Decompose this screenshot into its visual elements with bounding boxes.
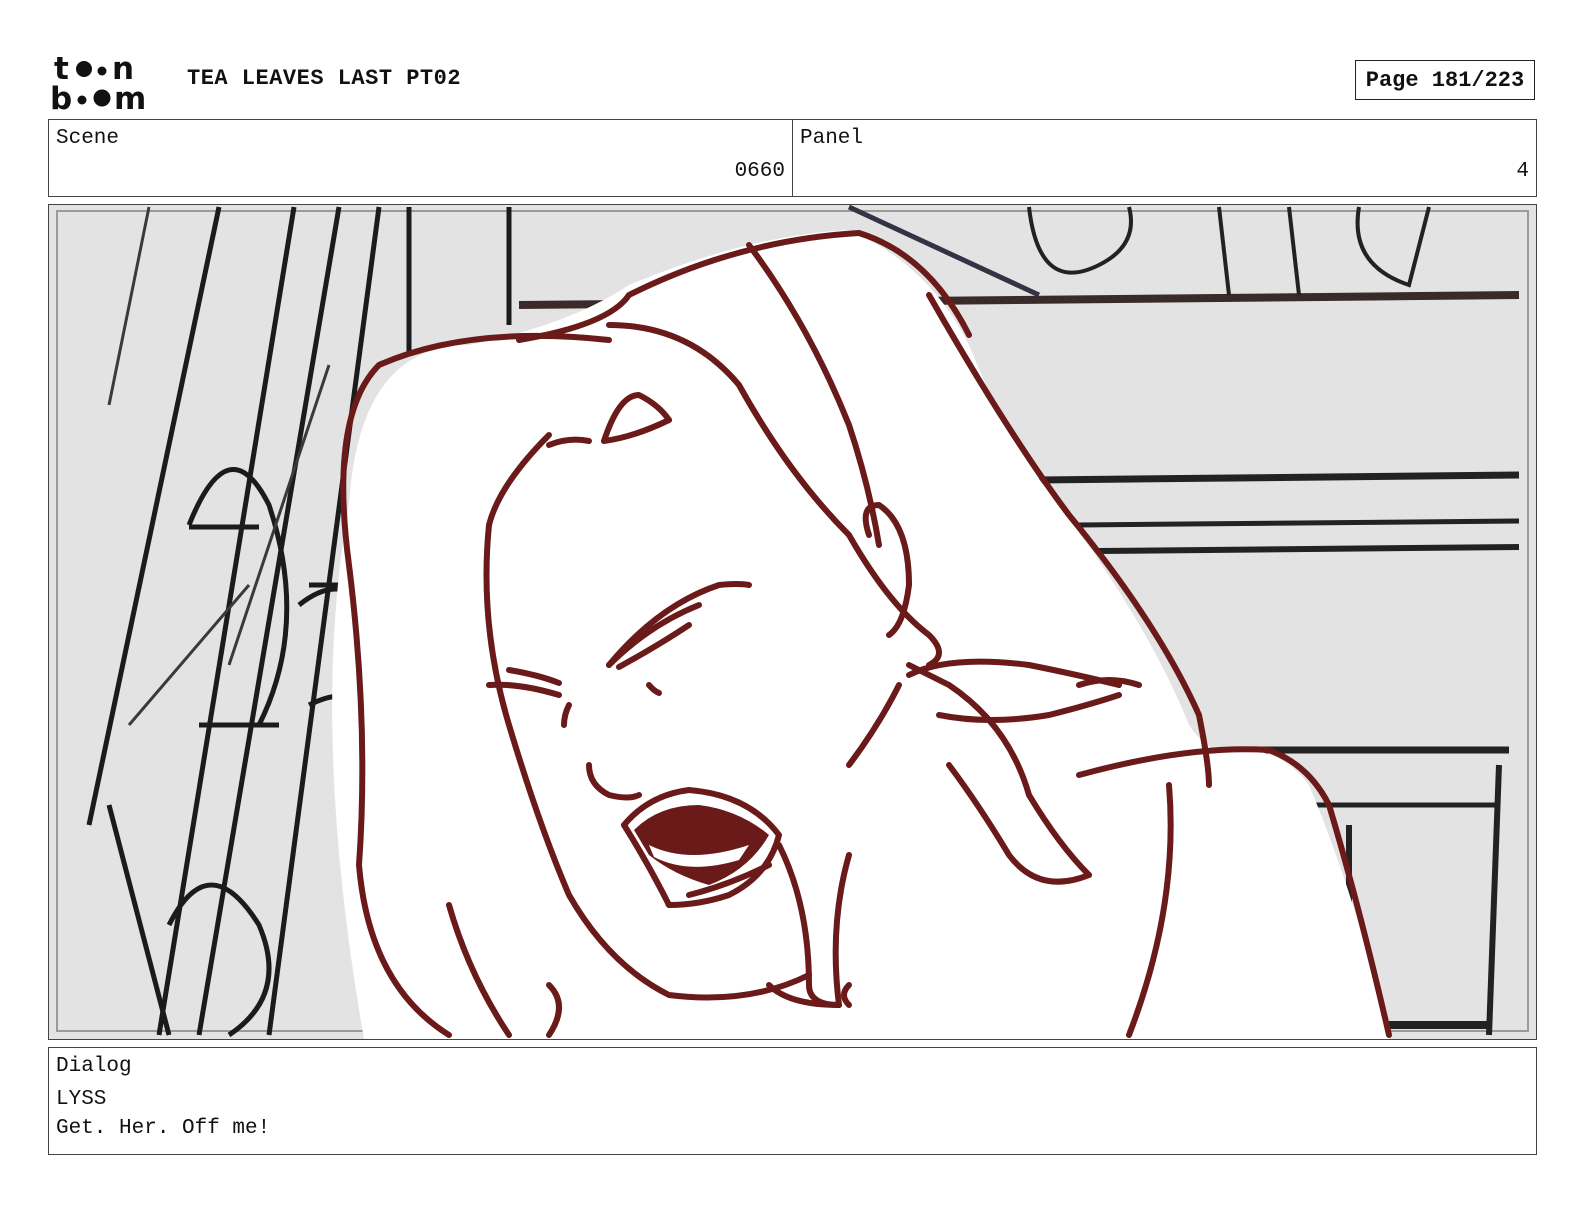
scene-number: 0660 xyxy=(734,160,785,183)
toonboom-logo: t n b m xyxy=(50,52,146,112)
dialog-label: Dialog xyxy=(56,1055,132,1078)
scene-panel-row: Scene 0660 Panel 4 xyxy=(48,119,1537,197)
page-indicator: Page 181/223 xyxy=(1355,60,1535,100)
scene-cell: Scene 0660 xyxy=(49,120,792,196)
panel-label: Panel xyxy=(800,127,864,150)
dialog-section: Dialog LYSS Get. Her. Off me! xyxy=(48,1047,1537,1155)
storyboard-panel-image xyxy=(48,204,1537,1040)
project-title: TEA LEAVES LAST PT02 xyxy=(187,66,462,91)
panel-number: 4 xyxy=(1516,160,1529,183)
svg-text:m: m xyxy=(114,81,146,112)
dialog-speaker: LYSS xyxy=(56,1088,107,1111)
storyboard-sketch xyxy=(49,205,1536,1039)
scene-label: Scene xyxy=(56,127,120,150)
svg-text:b: b xyxy=(50,81,72,112)
dialog-text: Get. Her. Off me! xyxy=(56,1117,271,1140)
panel-cell: Panel 4 xyxy=(792,120,1536,196)
